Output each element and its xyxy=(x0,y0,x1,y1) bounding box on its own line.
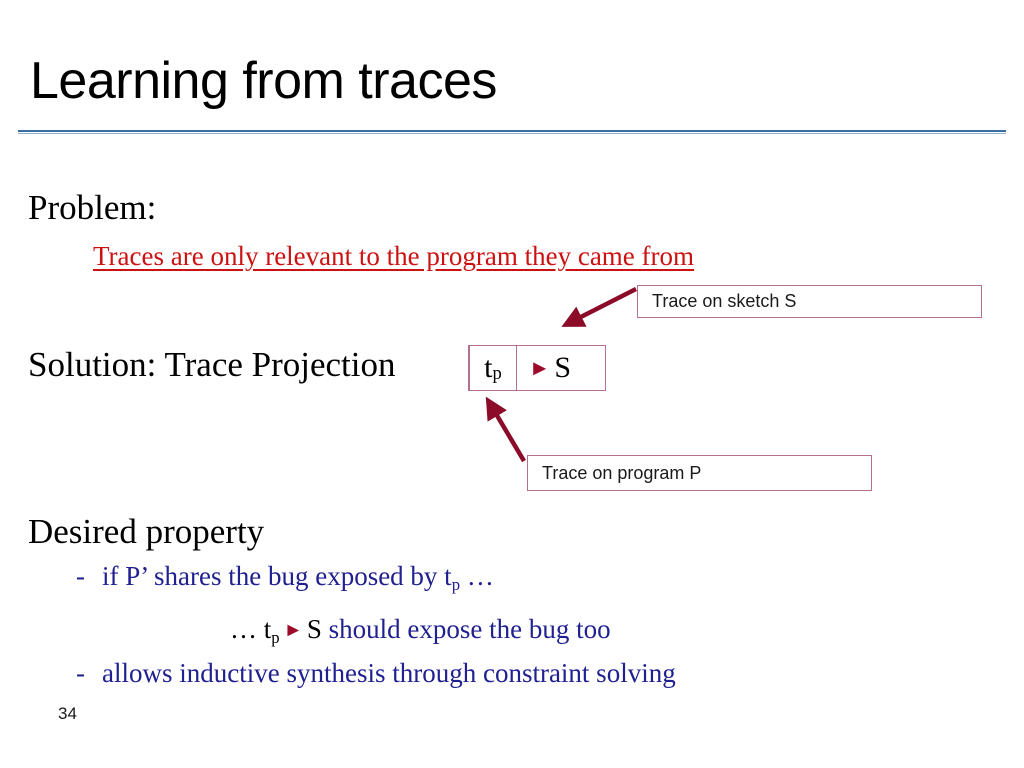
arrow-sketch-to-formula xyxy=(561,286,638,327)
bullet-2-lead-text: … t xyxy=(230,614,272,644)
formula-cell-sketch: ► S xyxy=(517,346,605,390)
callout-trace-on-sketch: Trace on sketch S xyxy=(637,285,982,318)
problem-detail-text: Traces are only relevant to the program … xyxy=(93,241,695,271)
projection-operator-icon-inline: ► xyxy=(283,619,303,641)
title-divider-thin-line xyxy=(18,133,1006,134)
title-divider-thick-line xyxy=(18,130,1006,132)
formula-trace-base: t xyxy=(484,351,493,384)
formula-cell-trace: tp xyxy=(469,346,517,390)
bullet-1-post-text: … xyxy=(460,561,494,591)
bullet-2-sketch-symbol: S xyxy=(306,614,322,644)
bullet-2-rest-text: should expose the bug too xyxy=(321,614,611,644)
problem-heading: Problem: xyxy=(28,188,157,227)
arrow-program-to-formula xyxy=(485,396,526,463)
bullet-1-pre-text: if P’ shares the bug exposed by t xyxy=(102,561,452,591)
callout-trace-on-program: Trace on program P xyxy=(527,455,872,491)
desired-property-bullet-3: - allows inductive synthesis through cons… xyxy=(76,657,676,689)
desired-property-heading: Desired property xyxy=(28,512,265,551)
bullet-dash: - xyxy=(76,561,85,591)
desired-property-bullet-1: - if P’ shares the bug exposed by tp … xyxy=(76,560,494,595)
projection-operator-icon: ► xyxy=(529,355,551,380)
bullet-1-subscript: p xyxy=(451,575,461,595)
bullet-dash: - xyxy=(76,658,85,688)
title-divider xyxy=(18,130,1006,135)
desired-property-bullet-2: … tp ► S should expose the bug too xyxy=(230,613,611,647)
trace-projection-formula-box: tp ► S xyxy=(468,345,606,391)
solution-label: Solution: Trace Projection xyxy=(28,345,396,384)
bullet-2-subscript: p xyxy=(271,628,280,648)
page-title: Learning from traces xyxy=(30,52,497,110)
formula-sketch-symbol: S xyxy=(554,351,572,384)
page-number: 34 xyxy=(58,704,77,723)
bullet-3-text: allows inductive synthesis through const… xyxy=(102,658,676,688)
